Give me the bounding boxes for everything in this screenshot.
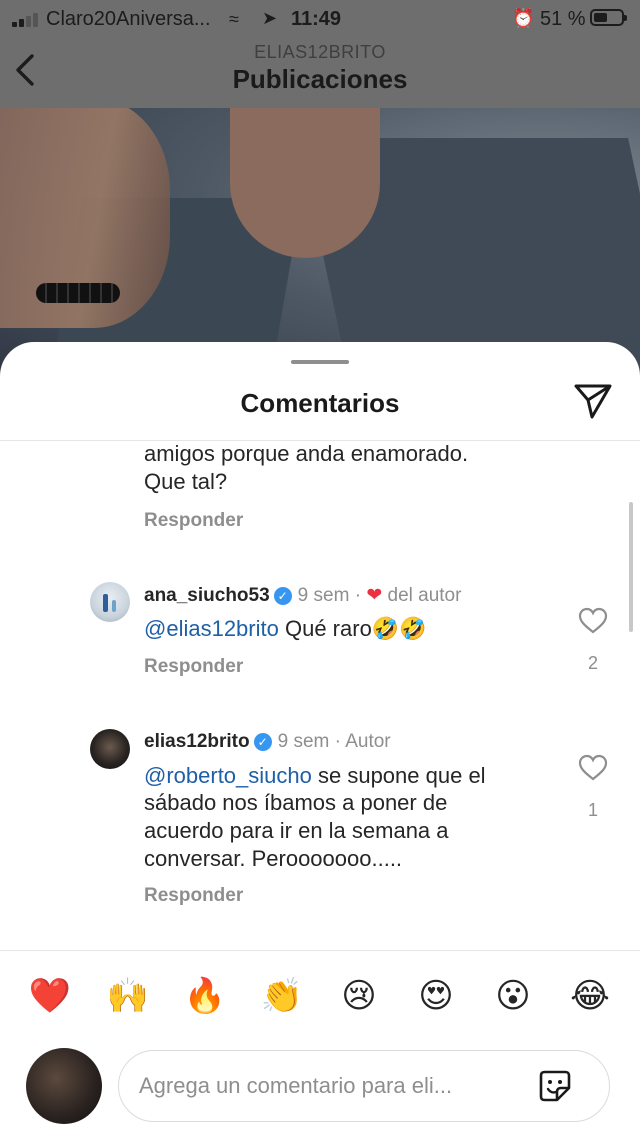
comments-sheet: Comentarios amigos porque anda enamorado…: [0, 342, 640, 1138]
mention-link[interactable]: @elias12brito: [144, 616, 279, 641]
comment-input[interactable]: Agrega un comentario para eli...: [118, 1050, 610, 1122]
reply-button[interactable]: Responder: [144, 510, 243, 532]
sheet-title: Comentarios: [240, 388, 400, 418]
avatar[interactable]: [90, 729, 130, 769]
sticker-button[interactable]: [537, 1068, 573, 1104]
avatar[interactable]: [90, 582, 130, 622]
battery-percent: 51 %: [540, 8, 586, 30]
like-count: 2: [587, 653, 598, 673]
comment-header: ana_siucho53 ✓ 9 sem · ❤ del autor: [144, 585, 462, 606]
comment-placeholder: Agrega un comentario para eli...: [139, 1073, 453, 1098]
comment-emojis: 🤣🤣: [371, 616, 427, 641]
author-liked-label: del autor: [387, 585, 462, 606]
emoji-tears-of-joy[interactable]: 😂: [565, 974, 615, 1018]
emoji-surprised-face[interactable]: 😮: [488, 974, 538, 1018]
emoji-quick-bar: ❤️ 🙌 🔥 👏 😢 😍 😮 😂: [0, 974, 640, 1024]
reply-button[interactable]: Responder: [144, 656, 243, 678]
comment-text: acuerdo para ir en la semana a: [144, 818, 449, 843]
header-username: ELIAS12BRITO: [254, 42, 386, 62]
emoji-red-heart[interactable]: ❤️: [25, 974, 75, 1018]
like-button[interactable]: [578, 606, 608, 636]
comment-text: conversar. Perooooooo.....: [144, 846, 403, 871]
heart-outline-icon: [578, 607, 608, 634]
location-icon: ➤: [262, 8, 278, 28]
signal-icon: [12, 13, 42, 27]
mention-link[interactable]: @roberto_siucho: [144, 763, 312, 788]
battery-icon: [590, 9, 627, 26]
alarm-icon: ⏰: [512, 8, 535, 28]
comment-username[interactable]: ana_siucho53: [144, 585, 270, 606]
heart-outline-icon: [578, 754, 608, 781]
divider: [0, 950, 640, 951]
author-liked-heart-icon: ❤: [366, 585, 383, 606]
verified-icon: ✓: [273, 587, 292, 605]
status-bar: Claro20Aniversa... ≈ ➤ 11:49 ⏰ 51 %: [0, 0, 640, 38]
sticker-icon: [539, 1070, 571, 1102]
comment-username[interactable]: elias12brito: [144, 731, 250, 752]
comment-text: sábado nos íbamos a poner de: [144, 790, 448, 815]
own-avatar: [26, 1048, 102, 1124]
like-count: 1: [587, 800, 598, 820]
emoji-crying-face[interactable]: 😢: [334, 974, 384, 1018]
scrollbar[interactable]: [629, 502, 633, 632]
page-title: Publicaciones: [232, 64, 408, 94]
comment-text: @roberto_siucho se supone que el: [144, 763, 486, 788]
emoji-raising-hands[interactable]: 🙌: [103, 974, 153, 1018]
emoji-heart-eyes[interactable]: 😍: [411, 974, 461, 1018]
comment-time: 9 sem: [277, 731, 330, 752]
drag-handle[interactable]: [291, 360, 349, 364]
author-tag: Autor: [345, 731, 391, 752]
status-time: 11:49: [291, 8, 342, 30]
like-button[interactable]: [578, 753, 608, 783]
comment-text: Que tal?: [144, 469, 228, 494]
comment-text: amigos porque anda enamorado.: [144, 441, 469, 466]
emoji-fire[interactable]: 🔥: [180, 974, 230, 1018]
reply-button[interactable]: Responder: [144, 885, 243, 907]
share-button[interactable]: [572, 380, 614, 422]
paper-plane-icon: [574, 384, 612, 419]
comment-header: elias12brito ✓ 9 sem · Autor: [144, 731, 391, 752]
comment-text: @elias12brito Qué raro🤣🤣: [144, 616, 427, 641]
carrier-name: Claro20Aniversa...: [46, 8, 211, 30]
wifi-icon: ≈: [229, 9, 239, 29]
emoji-clapping-hands[interactable]: 👏: [257, 974, 307, 1018]
verified-icon: ✓: [253, 733, 272, 751]
comment-time: 9 sem: [297, 585, 350, 606]
